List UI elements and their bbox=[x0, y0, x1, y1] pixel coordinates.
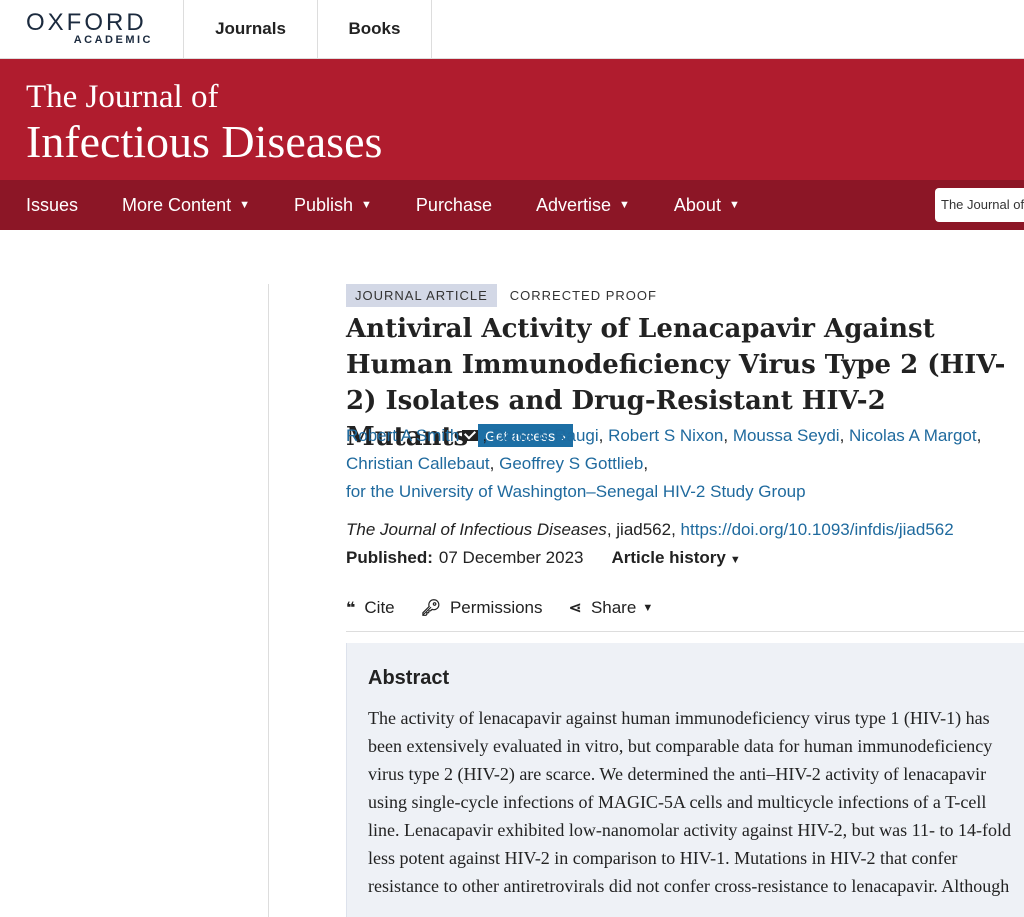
oxford-academic-logo[interactable]: OXFORD ACADEMIC bbox=[0, 0, 184, 58]
doi-link[interactable]: https://doi.org/10.1093/infdis/jiad562 bbox=[681, 520, 954, 539]
article-tools: ❝ Cite 🔑︎ Permissions ⋖ Share ▼ bbox=[346, 598, 679, 618]
caret-down-icon: ▼ bbox=[619, 199, 630, 211]
permissions-button[interactable]: 🔑︎ Permissions bbox=[421, 598, 543, 618]
topnav-journals[interactable]: Journals bbox=[184, 0, 318, 58]
author-link[interactable]: Robert A Smith bbox=[346, 426, 459, 445]
article-badges: JOURNAL ARTICLE CORRECTED PROOF bbox=[346, 284, 657, 307]
share-icon: ⋖ bbox=[568, 600, 582, 617]
author-link[interactable]: Nicolas A Margot bbox=[849, 426, 977, 445]
share-button[interactable]: ⋖ Share ▼ bbox=[569, 598, 654, 618]
history-label: Article history bbox=[611, 548, 726, 567]
sidebar-divider bbox=[268, 284, 269, 917]
nav-advertise[interactable]: Advertise ▼ bbox=[536, 195, 630, 216]
author-link[interactable]: Robert S Nixon bbox=[608, 426, 723, 445]
author-list: Robert A Smith, Dana N Raugi, Robert S N… bbox=[346, 426, 982, 501]
published-date: 07 December 2023 bbox=[438, 548, 584, 567]
abstract-text: The activity of lenacapavir against huma… bbox=[368, 708, 1011, 896]
journal-name: The Journal of Infectious Diseases bbox=[346, 520, 607, 539]
cite-label: Cite bbox=[364, 598, 395, 617]
caret-down-icon: ▼ bbox=[728, 199, 740, 211]
nav-more-content[interactable]: More Content ▼ bbox=[122, 195, 250, 216]
author-link[interactable]: Dana N Raugi bbox=[492, 426, 599, 445]
caret-down-icon: ▼ bbox=[361, 199, 372, 211]
caret-down-icon: ▼ bbox=[729, 554, 741, 566]
email-icon[interactable] bbox=[462, 430, 479, 441]
search-scope-select[interactable]: The Journal of I bbox=[935, 188, 1024, 222]
author-link[interactable]: Geoffrey S Gottlieb bbox=[499, 454, 643, 473]
caret-down-icon: ▼ bbox=[239, 199, 250, 211]
journal-banner: The Journal of Infectious Diseases bbox=[0, 59, 1024, 180]
author-link[interactable]: Moussa Seydi bbox=[733, 426, 840, 445]
permissions-label: Permissions bbox=[449, 598, 543, 617]
nav-label: Advertise bbox=[535, 194, 612, 215]
article-type-badge: JOURNAL ARTICLE bbox=[346, 284, 497, 307]
nav-label: Publish bbox=[293, 194, 354, 215]
topnav-books[interactable]: Books bbox=[318, 0, 432, 58]
published-line: Published: 07 December 2023 Article histor… bbox=[346, 546, 741, 572]
abstract-section: Abstract The activity of lenacapavir aga… bbox=[346, 643, 1024, 917]
journal-title-line2[interactable]: Infectious Diseases bbox=[26, 115, 382, 168]
share-label: Share bbox=[590, 598, 637, 617]
main-nav: Issues More Content ▼ Publish ▼ Purchase A… bbox=[0, 180, 1024, 230]
logo-sub-text: ACADEMIC bbox=[73, 33, 153, 46]
study-group-link[interactable]: for the University of Washington–Senegal… bbox=[346, 482, 806, 501]
nav-label: Issues bbox=[26, 194, 79, 215]
divider bbox=[346, 631, 1024, 632]
article-id: , jiad562, bbox=[606, 520, 681, 539]
nav-label: Purchase bbox=[415, 194, 492, 215]
abstract-heading: Abstract bbox=[368, 667, 450, 689]
key-icon: 🔑︎ bbox=[420, 600, 441, 617]
nav-about[interactable]: About ▼ bbox=[674, 195, 740, 216]
journal-title-line1[interactable]: The Journal of bbox=[26, 79, 218, 116]
quote-icon: ❝ bbox=[346, 600, 356, 617]
nav-issues[interactable]: Issues bbox=[26, 195, 78, 216]
published-label: Published: bbox=[346, 548, 433, 567]
citation-line: The Journal of Infectious Diseases, jiad… bbox=[346, 518, 954, 542]
author-link[interactable]: Christian Callebaut bbox=[346, 454, 490, 473]
article-history-toggle[interactable]: Article history ▼ bbox=[612, 548, 741, 567]
nav-label: About bbox=[673, 194, 721, 215]
top-bar: OXFORD ACADEMIC Journals Books bbox=[0, 0, 1024, 59]
nav-label: More Content bbox=[122, 194, 232, 215]
cite-button[interactable]: ❝ Cite bbox=[346, 598, 395, 618]
logo-main-text: OXFORD bbox=[26, 8, 147, 36]
proof-status-badge: CORRECTED PROOF bbox=[509, 288, 657, 303]
caret-down-icon: ▼ bbox=[642, 602, 654, 614]
nav-publish[interactable]: Publish ▼ bbox=[294, 195, 372, 216]
nav-purchase[interactable]: Purchase bbox=[416, 195, 492, 216]
